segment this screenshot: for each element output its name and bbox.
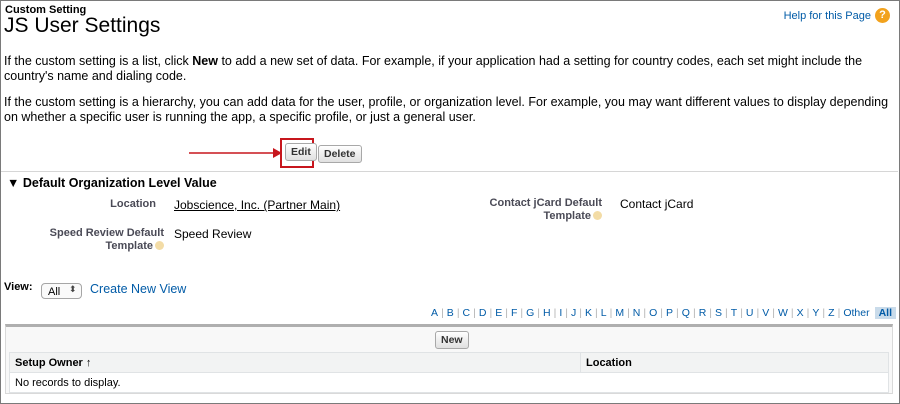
- alphabet-filter-o[interactable]: O: [646, 307, 660, 319]
- location-link[interactable]: Jobscience, Inc. (Partner Main): [174, 198, 340, 212]
- view-label: View:: [4, 281, 33, 293]
- section-header[interactable]: ▼ Default Organization Level Value: [7, 176, 217, 190]
- alphabet-filter-s[interactable]: S: [712, 307, 725, 319]
- intro-paragraph-list: If the custom setting is a list, click N…: [4, 54, 892, 84]
- alphabet-filter-b[interactable]: B: [444, 307, 457, 319]
- alphabet-filter-w[interactable]: W: [775, 307, 791, 319]
- alphabet-filter-u[interactable]: U: [743, 307, 757, 319]
- table-row: No records to display.: [9, 372, 889, 393]
- annotation-arrow-icon: [189, 148, 282, 158]
- label-line: Contact jCard Default: [489, 197, 602, 209]
- alphabet-filter-v[interactable]: V: [759, 307, 772, 319]
- location-value[interactable]: Jobscience, Inc. (Partner Main): [174, 198, 340, 212]
- alphabet-filter-h[interactable]: H: [540, 307, 554, 319]
- new-button[interactable]: New: [435, 331, 469, 349]
- table-header-row: Setup Owner ↑ Location: [9, 352, 889, 373]
- contact-template-label: Contact jCard Default Template: [470, 197, 602, 223]
- alphabet-filter-d[interactable]: D: [476, 307, 490, 319]
- info-icon: [593, 211, 602, 220]
- alphabet-filter-p[interactable]: P: [663, 307, 676, 319]
- alphabet-filter-l[interactable]: L: [598, 307, 610, 319]
- empty-table-message: No records to display.: [9, 372, 889, 393]
- info-icon: [155, 241, 164, 250]
- intro-paragraph-hierarchy: If the custom setting is a hierarchy, yo…: [4, 95, 889, 124]
- alphabet-filter-m[interactable]: M: [612, 307, 627, 319]
- page-title: JS User Settings: [4, 14, 161, 37]
- alphabet-filter-n[interactable]: N: [630, 307, 644, 319]
- section-title: Default Organization Level Value: [22, 176, 217, 190]
- alphabet-filter-c[interactable]: C: [460, 307, 474, 319]
- alphabet-filter-z[interactable]: Z: [825, 307, 837, 319]
- alphabet-filter-y[interactable]: Y: [809, 307, 822, 319]
- alphabet-filter-j[interactable]: J: [568, 307, 579, 319]
- column-header-label: Setup Owner: [15, 356, 83, 369]
- speed-review-template-label: Speed Review Default Template: [30, 227, 164, 253]
- intro-text: If the custom setting is a list, click: [4, 54, 193, 68]
- edit-button[interactable]: Edit: [285, 143, 317, 161]
- intro-new-keyword: New: [192, 54, 218, 68]
- alphabet-filter-i[interactable]: I: [556, 307, 565, 319]
- sort-ascending-icon: ↑: [85, 356, 92, 369]
- alphabet-filter-e[interactable]: E: [492, 307, 505, 319]
- alphabet-filter: A | B | C | D | E | F | G | H | I | J | K | L | M | N | O | P | Q | R | S | T |…: [428, 307, 896, 319]
- label-line: Template: [105, 240, 153, 252]
- help-icon[interactable]: ?: [875, 8, 890, 23]
- column-header-location[interactable]: Location: [580, 352, 889, 373]
- create-new-view-link[interactable]: Create New View: [90, 282, 186, 296]
- location-label: Location: [110, 198, 156, 210]
- records-table: Setup Owner ↑ Location No records to dis…: [9, 352, 889, 393]
- alphabet-filter-g[interactable]: G: [523, 307, 537, 319]
- delete-button[interactable]: Delete: [318, 145, 362, 163]
- column-header-setup-owner[interactable]: Setup Owner ↑: [9, 352, 581, 373]
- alphabet-filter-all[interactable]: All: [874, 307, 896, 319]
- alphabet-filter-x[interactable]: X: [794, 307, 807, 319]
- alphabet-filter-other[interactable]: Other: [840, 307, 872, 319]
- section-divider: [1, 171, 898, 172]
- contact-template-value: Contact jCard: [620, 197, 694, 211]
- select-chevron-icon[interactable]: ⬍: [69, 284, 77, 295]
- alphabet-filter-q[interactable]: Q: [679, 307, 693, 319]
- alphabet-filter-f[interactable]: F: [508, 307, 520, 319]
- alphabet-filter-k[interactable]: K: [582, 307, 595, 319]
- help-link[interactable]: Help for this Page: [784, 10, 871, 22]
- label-line: Speed Review Default: [49, 227, 164, 239]
- collapse-triangle-icon[interactable]: ▼: [7, 176, 19, 190]
- label-line: Template: [543, 210, 591, 222]
- alphabet-filter-r[interactable]: R: [696, 307, 710, 319]
- alphabet-filter-a[interactable]: A: [428, 307, 441, 319]
- alphabet-filter-t[interactable]: T: [728, 307, 740, 319]
- speed-review-template-value: Speed Review: [174, 227, 252, 241]
